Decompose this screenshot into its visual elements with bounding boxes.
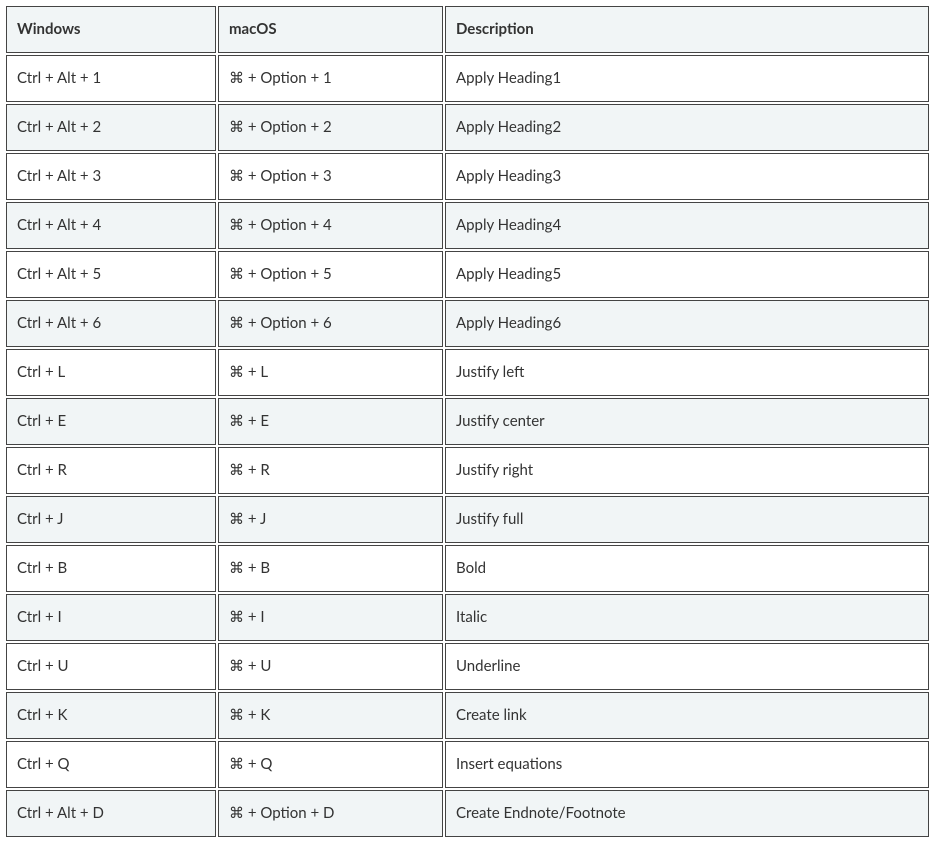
cell-macos: ⌘ + K — [218, 692, 443, 739]
cell-description: Create link — [445, 692, 929, 739]
cell-description: Justify full — [445, 496, 929, 543]
table-row: Ctrl + Alt + 2⌘ + Option + 2Apply Headin… — [6, 104, 929, 151]
cell-macos: ⌘ + B — [218, 545, 443, 592]
cell-windows: Ctrl + J — [6, 496, 216, 543]
table-row: Ctrl + Q⌘ + QInsert equations — [6, 741, 929, 788]
cell-macos: ⌘ + I — [218, 594, 443, 641]
header-macos: macOS — [218, 6, 443, 53]
table-row: Ctrl + Alt + 1⌘ + Option + 1Apply Headin… — [6, 55, 929, 102]
cell-windows: Ctrl + Alt + D — [6, 790, 216, 837]
cell-macos: ⌘ + E — [218, 398, 443, 445]
cell-description: Apply Heading4 — [445, 202, 929, 249]
cell-description: Justify left — [445, 349, 929, 396]
cell-description: Bold — [445, 545, 929, 592]
table-row: Ctrl + I⌘ + IItalic — [6, 594, 929, 641]
cell-windows: Ctrl + L — [6, 349, 216, 396]
cell-description: Apply Heading6 — [445, 300, 929, 347]
cell-description: Insert equations — [445, 741, 929, 788]
cell-windows: Ctrl + Alt + 2 — [6, 104, 216, 151]
table-header-row: Windows macOS Description — [6, 6, 929, 53]
cell-macos: ⌘ + J — [218, 496, 443, 543]
cell-windows: Ctrl + U — [6, 643, 216, 690]
cell-windows: Ctrl + Alt + 1 — [6, 55, 216, 102]
cell-macos: ⌘ + Q — [218, 741, 443, 788]
cell-windows: Ctrl + R — [6, 447, 216, 494]
cell-description: Create Endnote/Footnote — [445, 790, 929, 837]
cell-macos: ⌘ + Option + 3 — [218, 153, 443, 200]
cell-macos: ⌘ + L — [218, 349, 443, 396]
cell-windows: Ctrl + Alt + 3 — [6, 153, 216, 200]
table-row: Ctrl + Alt + 3⌘ + Option + 3Apply Headin… — [6, 153, 929, 200]
cell-windows: Ctrl + B — [6, 545, 216, 592]
table-row: Ctrl + L⌘ + LJustify left — [6, 349, 929, 396]
cell-macos: ⌘ + Option + D — [218, 790, 443, 837]
cell-description: Apply Heading5 — [445, 251, 929, 298]
cell-macos: ⌘ + Option + 2 — [218, 104, 443, 151]
table-row: Ctrl + K⌘ + KCreate link — [6, 692, 929, 739]
table-row: Ctrl + Alt + D⌘ + Option + DCreate Endno… — [6, 790, 929, 837]
header-description: Description — [445, 6, 929, 53]
cell-windows: Ctrl + E — [6, 398, 216, 445]
cell-windows: Ctrl + Alt + 5 — [6, 251, 216, 298]
cell-windows: Ctrl + I — [6, 594, 216, 641]
cell-windows: Ctrl + Alt + 4 — [6, 202, 216, 249]
shortcuts-table: Windows macOS Description Ctrl + Alt + 1… — [4, 4, 931, 839]
cell-windows: Ctrl + Q — [6, 741, 216, 788]
cell-description: Apply Heading2 — [445, 104, 929, 151]
cell-macos: ⌘ + Option + 6 — [218, 300, 443, 347]
cell-windows: Ctrl + K — [6, 692, 216, 739]
table-row: Ctrl + Alt + 6⌘ + Option + 6Apply Headin… — [6, 300, 929, 347]
cell-macos: ⌘ + Option + 5 — [218, 251, 443, 298]
cell-macos: ⌘ + U — [218, 643, 443, 690]
cell-macos: ⌘ + Option + 4 — [218, 202, 443, 249]
cell-description: Underline — [445, 643, 929, 690]
cell-macos: ⌘ + R — [218, 447, 443, 494]
table-row: Ctrl + Alt + 4⌘ + Option + 4Apply Headin… — [6, 202, 929, 249]
cell-description: Justify center — [445, 398, 929, 445]
table-row: Ctrl + U⌘ + UUnderline — [6, 643, 929, 690]
cell-description: Justify right — [445, 447, 929, 494]
cell-macos: ⌘ + Option + 1 — [218, 55, 443, 102]
table-row: Ctrl + J⌘ + JJustify full — [6, 496, 929, 543]
cell-description: Apply Heading1 — [445, 55, 929, 102]
table-row: Ctrl + B⌘ + BBold — [6, 545, 929, 592]
cell-description: Apply Heading3 — [445, 153, 929, 200]
cell-description: Italic — [445, 594, 929, 641]
table-row: Ctrl + E⌘ + EJustify center — [6, 398, 929, 445]
header-windows: Windows — [6, 6, 216, 53]
table-row: Ctrl + Alt + 5⌘ + Option + 5Apply Headin… — [6, 251, 929, 298]
cell-windows: Ctrl + Alt + 6 — [6, 300, 216, 347]
table-row: Ctrl + R⌘ + RJustify right — [6, 447, 929, 494]
